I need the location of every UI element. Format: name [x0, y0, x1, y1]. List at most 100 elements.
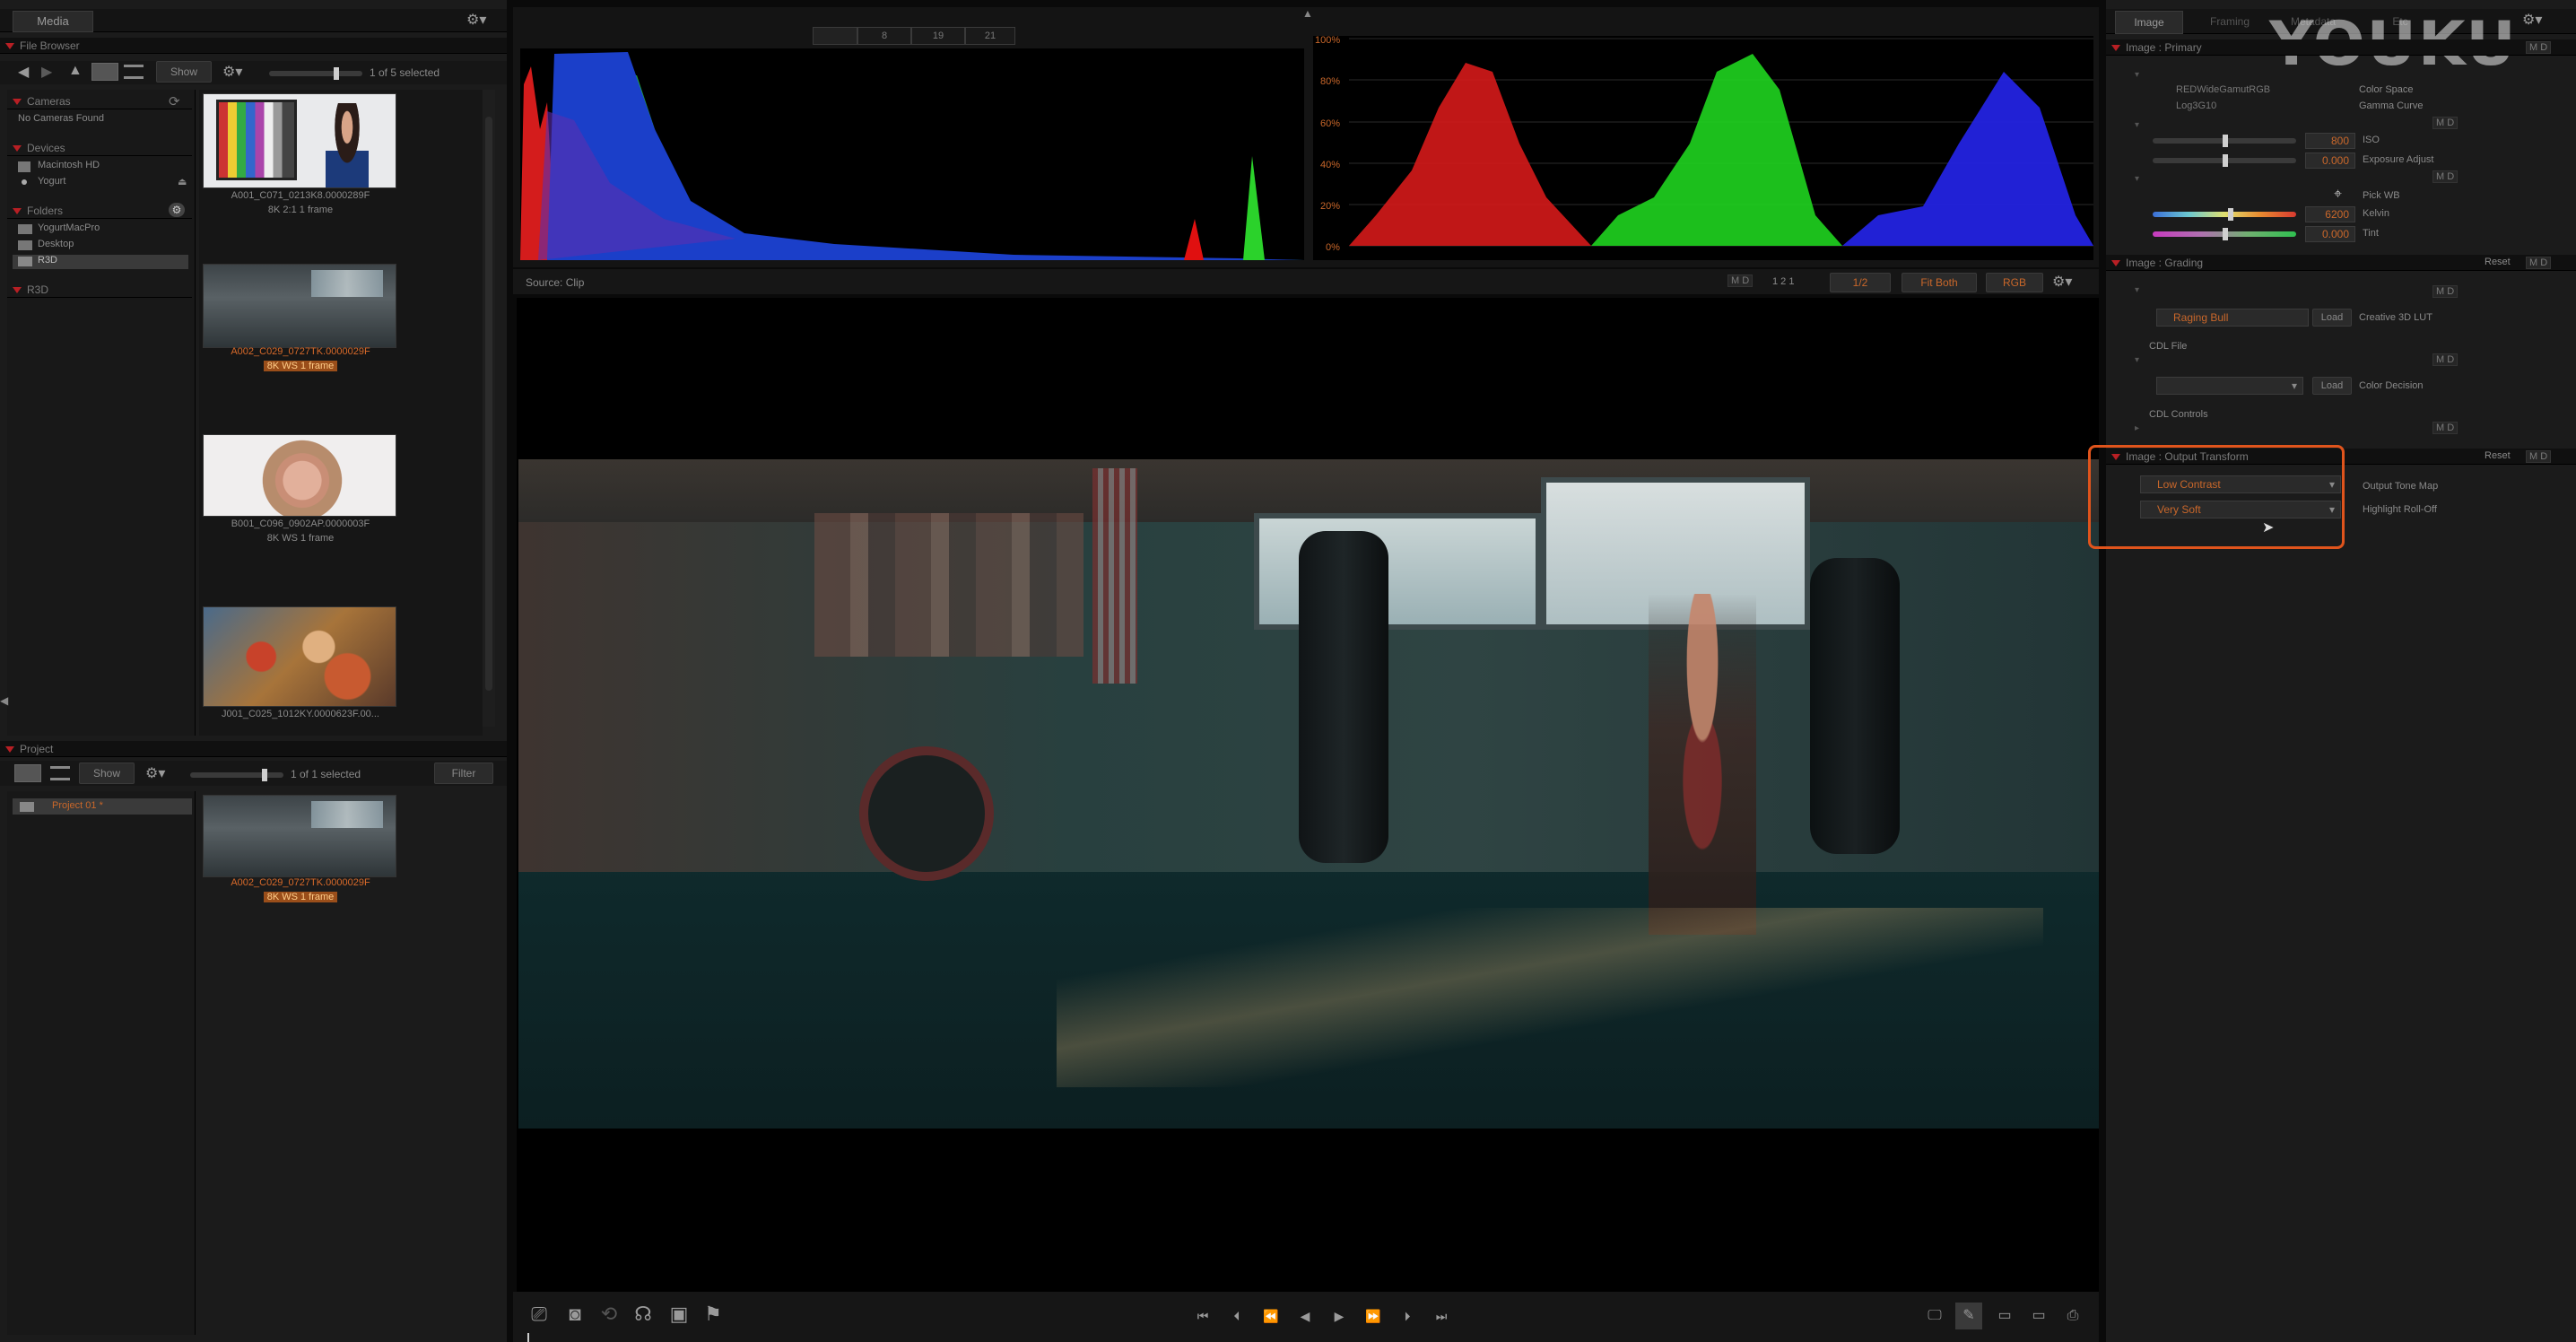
- playhead-marker[interactable]: [527, 1333, 529, 1342]
- play-icon[interactable]: ▶: [1326, 1303, 1353, 1329]
- loop-icon[interactable]: ⟲: [596, 1301, 622, 1328]
- grading-reset-button[interactable]: Reset: [2485, 257, 2511, 267]
- creative-lut-field[interactable]: Raging Bull: [2156, 309, 2309, 327]
- color-space-value[interactable]: REDWideGamutRGB: [2176, 84, 2270, 95]
- load-lut-button[interactable]: Load: [2312, 309, 2352, 327]
- eject-icon[interactable]: ⏏: [178, 176, 187, 187]
- clip-thumbnail[interactable]: [203, 606, 396, 707]
- output-transform-md-toggle[interactable]: M D: [2526, 450, 2552, 463]
- thumbnail-scrollbar[interactable]: [483, 90, 495, 727]
- expand-chevron-icon[interactable]: ▾: [2135, 355, 2139, 365]
- back-arrow-icon[interactable]: ◀: [18, 63, 29, 81]
- gamma-curve-value[interactable]: Log3G10: [2176, 100, 2216, 111]
- brush-icon[interactable]: ✎: [1955, 1303, 1982, 1329]
- primary-md-toggle[interactable]: M D: [2526, 41, 2552, 54]
- clip-thumbnail-selected[interactable]: [203, 264, 396, 348]
- grid-view-icon[interactable]: [14, 764, 41, 782]
- filter-dropdown[interactable]: Filter: [434, 762, 493, 784]
- expand-chevron-icon[interactable]: ▾: [2135, 70, 2139, 80]
- project-clip-thumbnail[interactable]: [203, 795, 396, 877]
- folders-section[interactable]: Folders: [7, 203, 192, 219]
- timecode-field[interactable]: 19: [911, 27, 965, 45]
- output-transform-reset-button[interactable]: Reset: [2485, 450, 2511, 461]
- kelvin-value[interactable]: 6200: [2305, 206, 2355, 222]
- headphones-icon[interactable]: ☊: [630, 1301, 657, 1328]
- right-panel-settings-icon[interactable]: ⚙▾: [2522, 11, 2542, 29]
- expand-chevron-icon[interactable]: ▾: [2135, 120, 2139, 130]
- overlay-icon[interactable]: ▣: [666, 1301, 692, 1328]
- settings-gear-icon[interactable]: ⚙▾: [145, 764, 165, 782]
- settings-gear-icon[interactable]: ⚙▾: [222, 63, 242, 81]
- grading-md-toggle[interactable]: M D: [2432, 285, 2459, 298]
- previous-frame-icon[interactable]: ⏴: [1223, 1303, 1250, 1329]
- step-back-icon[interactable]: ◀: [1292, 1303, 1318, 1329]
- timecode-field[interactable]: 21: [965, 27, 1015, 45]
- expand-chevron-icon[interactable]: ▸: [2135, 423, 2139, 433]
- folder-item[interactable]: YogurtMacPro: [38, 222, 100, 233]
- project-item[interactable]: Project 01 *: [52, 800, 103, 811]
- monitor-icon[interactable]: 🖵: [1921, 1303, 1948, 1329]
- fast-forward-icon[interactable]: ⏩: [1360, 1303, 1387, 1329]
- zoom-dropdown[interactable]: 1/2: [1830, 273, 1891, 292]
- media-settings-icon[interactable]: ⚙▾: [466, 11, 486, 29]
- viewer-settings-icon[interactable]: ⚙▾: [2052, 273, 2072, 291]
- project-header[interactable]: Project: [0, 741, 507, 757]
- devices-section[interactable]: Devices: [7, 140, 192, 156]
- channel-dropdown[interactable]: RGB: [1986, 273, 2043, 292]
- grading-md-toggle[interactable]: M D: [2432, 353, 2459, 366]
- primary-section-header[interactable]: Image : Primary: [2106, 39, 2576, 56]
- grading-md-toggle[interactable]: M D: [2432, 422, 2459, 434]
- output-icon[interactable]: ⎙: [2059, 1303, 2086, 1329]
- grid-view-icon[interactable]: [91, 63, 118, 81]
- go-to-start-icon[interactable]: ⏮: [1189, 1303, 1216, 1329]
- clip-thumbnail[interactable]: [203, 93, 396, 188]
- iso-slider[interactable]: [2153, 135, 2296, 147]
- cameras-section[interactable]: Cameras: [7, 93, 192, 109]
- exposure-value[interactable]: 0.000: [2305, 152, 2355, 169]
- left-collapse-arrow-icon[interactable]: ◀: [0, 694, 8, 707]
- kelvin-slider[interactable]: [2153, 208, 2296, 221]
- timecode-field[interactable]: [813, 27, 857, 45]
- r3d-section[interactable]: R3D: [7, 282, 192, 298]
- primary-md-toggle[interactable]: M D: [2432, 117, 2459, 129]
- camera-icon[interactable]: ⎚: [526, 1301, 553, 1328]
- flag-icon[interactable]: ⚑: [700, 1301, 727, 1328]
- list-view-icon[interactable]: [124, 65, 144, 79]
- fit-dropdown[interactable]: Fit Both: [1902, 273, 1977, 292]
- tint-slider[interactable]: [2153, 228, 2296, 240]
- add-folder-icon[interactable]: ⚙: [169, 203, 185, 217]
- rewind-icon[interactable]: ⏪: [1258, 1303, 1284, 1329]
- next-frame-icon[interactable]: ⏵: [1394, 1303, 1421, 1329]
- safe-area-icon[interactable]: ▭: [2025, 1303, 2052, 1329]
- device-item[interactable]: Macintosh HD: [38, 160, 100, 170]
- snapshot-icon[interactable]: ◙: [561, 1301, 588, 1328]
- grading-md-toggle[interactable]: M D: [2526, 257, 2552, 269]
- frame-guide-icon[interactable]: ▭: [1991, 1303, 2018, 1329]
- folder-item[interactable]: R3D: [38, 255, 57, 266]
- primary-md-toggle[interactable]: M D: [2432, 170, 2459, 183]
- show-dropdown[interactable]: Show: [79, 762, 135, 784]
- forward-arrow-icon[interactable]: ▶: [41, 63, 52, 81]
- device-item[interactable]: Yogurt: [38, 176, 65, 187]
- file-browser-header[interactable]: File Browser: [0, 38, 507, 54]
- media-tab[interactable]: Media: [13, 11, 93, 32]
- clip-thumbnail[interactable]: [203, 434, 396, 517]
- refresh-icon[interactable]: ⟳: [169, 93, 180, 109]
- exposure-slider[interactable]: [2153, 154, 2296, 167]
- up-arrow-icon[interactable]: ▲: [68, 63, 83, 79]
- scopes-collapse-arrow-icon[interactable]: ▲: [1302, 7, 1313, 20]
- tint-value[interactable]: 0.000: [2305, 226, 2355, 242]
- load-cdl-button[interactable]: Load: [2312, 377, 2352, 395]
- tab-image[interactable]: Image: [2115, 11, 2183, 34]
- show-dropdown[interactable]: Show: [156, 61, 212, 83]
- eyedropper-icon[interactable]: ⌖: [2334, 187, 2342, 203]
- viewer-md-toggle[interactable]: M D: [1727, 274, 1754, 287]
- tab-framing[interactable]: Framing: [2194, 11, 2266, 34]
- go-to-end-icon[interactable]: ⏭: [1428, 1303, 1455, 1329]
- thumbnail-size-slider[interactable]: [269, 67, 362, 80]
- expand-chevron-icon[interactable]: ▾: [2135, 285, 2139, 295]
- iso-value[interactable]: 800: [2305, 133, 2355, 149]
- folder-item[interactable]: Desktop: [38, 239, 74, 249]
- timecode-field[interactable]: 8: [857, 27, 911, 45]
- thumbnail-size-slider[interactable]: [190, 769, 283, 781]
